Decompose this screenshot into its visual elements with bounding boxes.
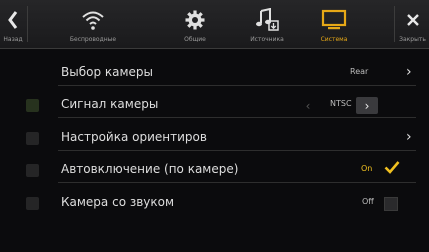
row-divider bbox=[58, 85, 416, 86]
guide-setup-label: Настройка ориентиров bbox=[61, 130, 207, 144]
camera-settings-screen: Назад Беспроводные Общие Источника Систе… bbox=[0, 0, 429, 252]
tab-sources-label: Источника bbox=[250, 36, 284, 43]
auto-switch-value: On bbox=[361, 164, 373, 173]
top-navigation-bar: Назад Беспроводные Общие Источника Систе… bbox=[0, 0, 429, 49]
camera-signal-row: Сигнал камеры ‹ NTSC › bbox=[24, 94, 420, 118]
divider bbox=[394, 6, 395, 42]
checkmark-icon[interactable] bbox=[384, 160, 400, 178]
chevron-right-icon: › bbox=[406, 129, 412, 145]
tab-system[interactable]: Система bbox=[309, 2, 359, 46]
auto-switch-icon bbox=[26, 164, 39, 177]
signal-prev-button[interactable]: ‹ bbox=[297, 97, 319, 114]
camera-sound-icon bbox=[26, 197, 39, 210]
camera-sound-value: Off bbox=[362, 197, 374, 206]
chevron-right-icon: › bbox=[406, 64, 412, 80]
gear-icon bbox=[170, 7, 220, 33]
row-divider bbox=[58, 182, 416, 183]
wireless-icon bbox=[58, 7, 128, 33]
camera-signal-value: NTSC bbox=[330, 99, 352, 108]
camera-sound-row[interactable]: Камера со звуком Off bbox=[24, 192, 420, 216]
auto-switch-row[interactable]: Автовключение (по камере) On bbox=[24, 159, 420, 183]
camera-select-row[interactable]: Выбор камеры Rear › bbox=[24, 62, 420, 86]
camera-sound-checkbox[interactable] bbox=[384, 197, 398, 211]
auto-switch-label: Автовключение (по камере) bbox=[61, 162, 239, 176]
back-label: Назад bbox=[3, 36, 23, 43]
close-button[interactable]: Закрыть bbox=[396, 2, 429, 46]
camera-signal-label: Сигнал камеры bbox=[61, 97, 159, 111]
display-icon bbox=[309, 7, 359, 33]
back-arrow-icon bbox=[0, 7, 26, 33]
tab-wireless[interactable]: Беспроводные bbox=[58, 2, 128, 46]
tab-sources[interactable]: Источника bbox=[236, 2, 298, 46]
row-divider bbox=[58, 150, 416, 151]
camera-signal-icon bbox=[26, 99, 39, 112]
tab-general[interactable]: Общие bbox=[170, 2, 220, 46]
guide-setup-row[interactable]: Настройка ориентиров › bbox=[24, 127, 420, 151]
close-label: Закрыть bbox=[399, 36, 426, 43]
divider bbox=[27, 6, 28, 42]
tab-wireless-label: Беспроводные bbox=[69, 36, 117, 43]
guide-setup-icon bbox=[26, 132, 39, 145]
tab-general-label: Общие bbox=[184, 36, 206, 43]
signal-next-button[interactable]: › bbox=[356, 97, 378, 114]
row-divider bbox=[58, 117, 416, 118]
camera-select-value: Rear bbox=[350, 67, 369, 76]
camera-sound-label: Камера со звуком bbox=[61, 195, 175, 209]
back-button[interactable]: Назад bbox=[0, 2, 26, 46]
close-icon bbox=[396, 7, 429, 33]
tab-system-label: Система bbox=[320, 36, 348, 43]
music-note-icon bbox=[236, 7, 298, 33]
camera-select-label: Выбор камеры bbox=[61, 65, 154, 79]
